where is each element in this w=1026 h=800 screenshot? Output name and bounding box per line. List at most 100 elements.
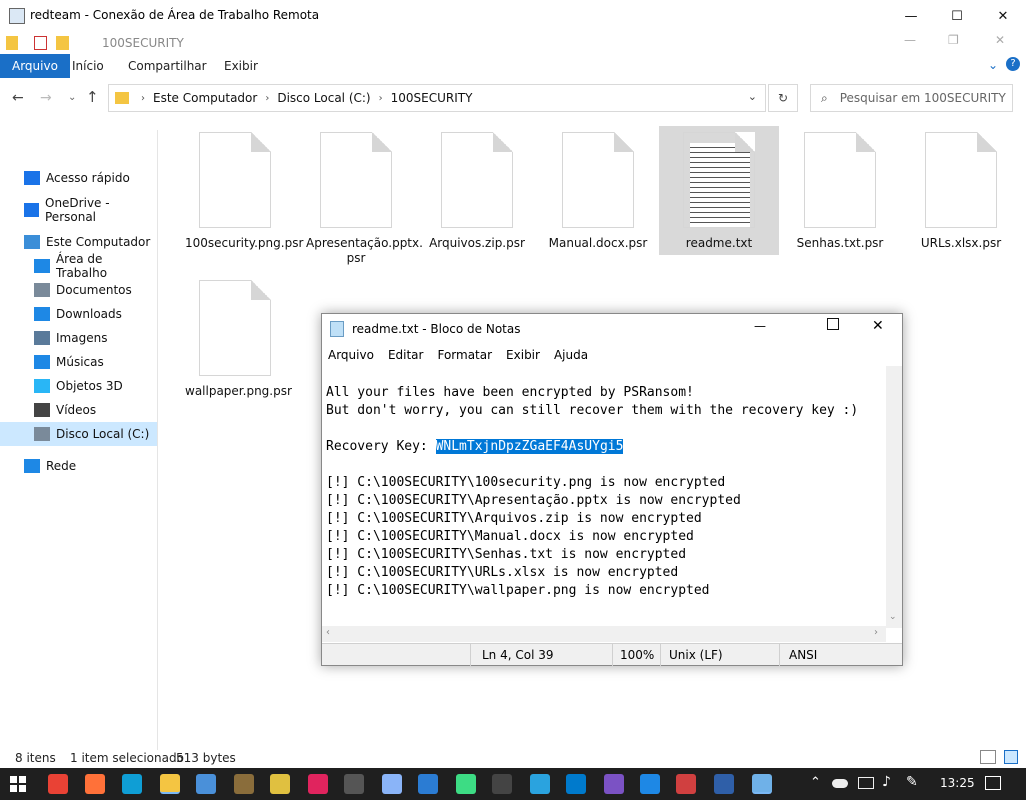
nav-item[interactable]: Músicas xyxy=(0,350,157,374)
onedrive-tray-icon[interactable] xyxy=(832,779,848,788)
rdp-maximize-button[interactable]: ☐ xyxy=(934,0,980,32)
nav-item-label: Acesso rápido xyxy=(46,171,130,185)
nav-item[interactable]: Objetos 3D xyxy=(0,374,157,398)
nav-item[interactable]: Este Computador xyxy=(0,230,157,254)
breadcrumb-item[interactable]: 100SECURITY xyxy=(391,91,473,105)
nav-item-icon xyxy=(34,427,50,441)
breadcrumb-item[interactable]: Este Computador xyxy=(153,91,257,105)
app-icon-7[interactable] xyxy=(604,774,624,794)
menu-formatar[interactable]: Formatar xyxy=(437,348,492,362)
file-item[interactable]: wallpaper.png.psr xyxy=(185,274,292,399)
nav-item[interactable]: Área de Trabalho xyxy=(0,252,157,280)
file-item[interactable]: readme.txt xyxy=(659,126,779,255)
horizontal-scrollbar[interactable]: ‹ › xyxy=(322,626,886,642)
rdp-minimize-button[interactable]: — xyxy=(888,0,934,32)
menu-ajuda[interactable]: Ajuda xyxy=(554,348,588,362)
recent-chevron-icon[interactable]: ⌄ xyxy=(68,92,76,103)
chevron-right-icon: › xyxy=(265,92,270,104)
file-item[interactable]: Arquivos.zip.psr xyxy=(427,126,527,251)
inner-minimize-icon[interactable]: — xyxy=(904,33,916,47)
app-icon-8[interactable] xyxy=(676,774,696,794)
app-icon-4[interactable] xyxy=(308,774,328,794)
tray-chevron-icon[interactable]: ⌃ xyxy=(810,775,821,790)
menu-arquivo[interactable]: Arquivo xyxy=(328,348,374,362)
app-icon-6[interactable] xyxy=(418,774,438,794)
refresh-icon[interactable]: ↻ xyxy=(768,84,798,112)
notepad-text-area[interactable]: All your files have been encrypted by PS… xyxy=(326,366,888,626)
nav-item-label: Disco Local (C:) xyxy=(56,427,150,441)
nav-item-icon xyxy=(34,283,50,297)
nav-item[interactable]: Disco Local (C:) xyxy=(0,422,157,446)
up-arrow-icon[interactable]: ↑ xyxy=(86,88,99,106)
clock[interactable]: 13:25 xyxy=(940,776,975,790)
powershell-icon[interactable] xyxy=(714,774,734,794)
notepad-close-button[interactable]: ✕ xyxy=(872,318,884,334)
nav-item[interactable]: Rede xyxy=(0,454,157,478)
log-line: [!] C:\100SECURITY\URLs.xlsx is now encr… xyxy=(326,565,679,580)
nav-item[interactable]: Downloads xyxy=(0,302,157,326)
app-icon-1[interactable] xyxy=(196,774,216,794)
menu-exibir[interactable]: Exibir xyxy=(506,348,540,362)
chrome-icon[interactable] xyxy=(48,774,68,794)
notepad-icon[interactable] xyxy=(752,774,772,794)
volume-icon[interactable]: ♪ xyxy=(882,774,891,790)
details-view-icon[interactable] xyxy=(980,750,996,764)
notepad-maximize-button[interactable] xyxy=(827,318,839,330)
nav-item[interactable]: OneDrive - Personal xyxy=(0,196,157,224)
pen-icon[interactable]: ✎ xyxy=(906,774,918,790)
large-icons-view-icon[interactable] xyxy=(1004,750,1018,764)
rdp-close-button[interactable]: ✕ xyxy=(980,0,1026,32)
back-arrow-icon[interactable]: ← xyxy=(12,90,24,106)
scroll-right-icon[interactable]: › xyxy=(874,627,878,638)
file-item[interactable]: URLs.xlsx.psr xyxy=(911,126,1011,251)
android-icon[interactable] xyxy=(456,774,476,794)
file-name: Senhas.txt.psr xyxy=(796,236,884,250)
divider xyxy=(779,644,780,666)
scroll-down-icon[interactable]: ⌄ xyxy=(889,612,897,622)
help-icon[interactable]: ? xyxy=(1006,57,1020,71)
breadcrumb-item[interactable]: Disco Local (C:) xyxy=(277,91,370,105)
ribbon-expand-icon[interactable]: ⌄ xyxy=(988,58,998,72)
log-line: [!] C:\100SECURITY\Senhas.txt is now enc… xyxy=(326,547,687,562)
recovery-key-value[interactable]: WNLmTxjnDpzZGaEF4AsUYgi5 xyxy=(435,439,624,454)
notifications-icon[interactable] xyxy=(985,776,1001,790)
firefox-icon[interactable] xyxy=(85,774,105,794)
search-input[interactable]: ⌕ Pesquisar em 100SECURITY xyxy=(810,84,1013,112)
edge-icon[interactable] xyxy=(122,774,142,794)
inner-restore-icon[interactable]: ❐ xyxy=(948,33,959,47)
telegram-icon[interactable] xyxy=(530,774,550,794)
file-item[interactable]: Manual.docx.psr xyxy=(548,126,648,251)
address-bar[interactable]: › Este Computador › Disco Local (C:) › 1… xyxy=(108,84,766,112)
menu-editar[interactable]: Editar xyxy=(388,348,424,362)
remote-desktop-icon[interactable] xyxy=(640,774,660,794)
network-icon[interactable] xyxy=(858,777,874,789)
notepad-minimize-button[interactable]: — xyxy=(754,319,766,333)
nav-item[interactable]: Documentos xyxy=(0,278,157,302)
vertical-scrollbar[interactable]: ⌄ xyxy=(886,366,902,628)
app-icon-5[interactable] xyxy=(382,774,402,794)
terminal-icon[interactable] xyxy=(344,774,364,794)
forward-arrow-icon[interactable]: → xyxy=(40,90,52,106)
scroll-left-icon[interactable]: ‹ xyxy=(326,627,330,638)
file-explorer-icon[interactable] xyxy=(160,774,180,794)
inner-close-icon[interactable]: ✕ xyxy=(995,33,1005,47)
vscode-icon[interactable] xyxy=(566,774,586,794)
app-icon-2[interactable] xyxy=(234,774,254,794)
file-item[interactable]: Senhas.txt.psr xyxy=(790,126,890,251)
nav-item[interactable]: Imagens xyxy=(0,326,157,350)
cmd-icon[interactable] xyxy=(492,774,512,794)
file-item[interactable]: 100security.png.psr xyxy=(185,126,303,251)
start-icon[interactable] xyxy=(10,776,26,792)
nav-item[interactable]: Vídeos xyxy=(0,398,157,422)
app-icon-3[interactable] xyxy=(270,774,290,794)
tab-inicio[interactable]: Início xyxy=(60,54,116,78)
address-dropdown-icon[interactable]: ⌄ xyxy=(748,90,757,103)
tab-compartilhar[interactable]: Compartilhar xyxy=(116,54,219,78)
new-folder-icon[interactable] xyxy=(56,36,69,50)
selected-size: 513 bytes xyxy=(176,751,236,765)
properties-icon[interactable] xyxy=(34,36,47,50)
file-item[interactable]: Apresentação.pptx. psr xyxy=(306,126,423,266)
tab-exibir[interactable]: Exibir xyxy=(212,54,270,78)
nav-item[interactable]: Acesso rápido xyxy=(0,166,157,190)
log-line: [!] C:\100SECURITY\Manual.docx is now en… xyxy=(326,529,694,544)
